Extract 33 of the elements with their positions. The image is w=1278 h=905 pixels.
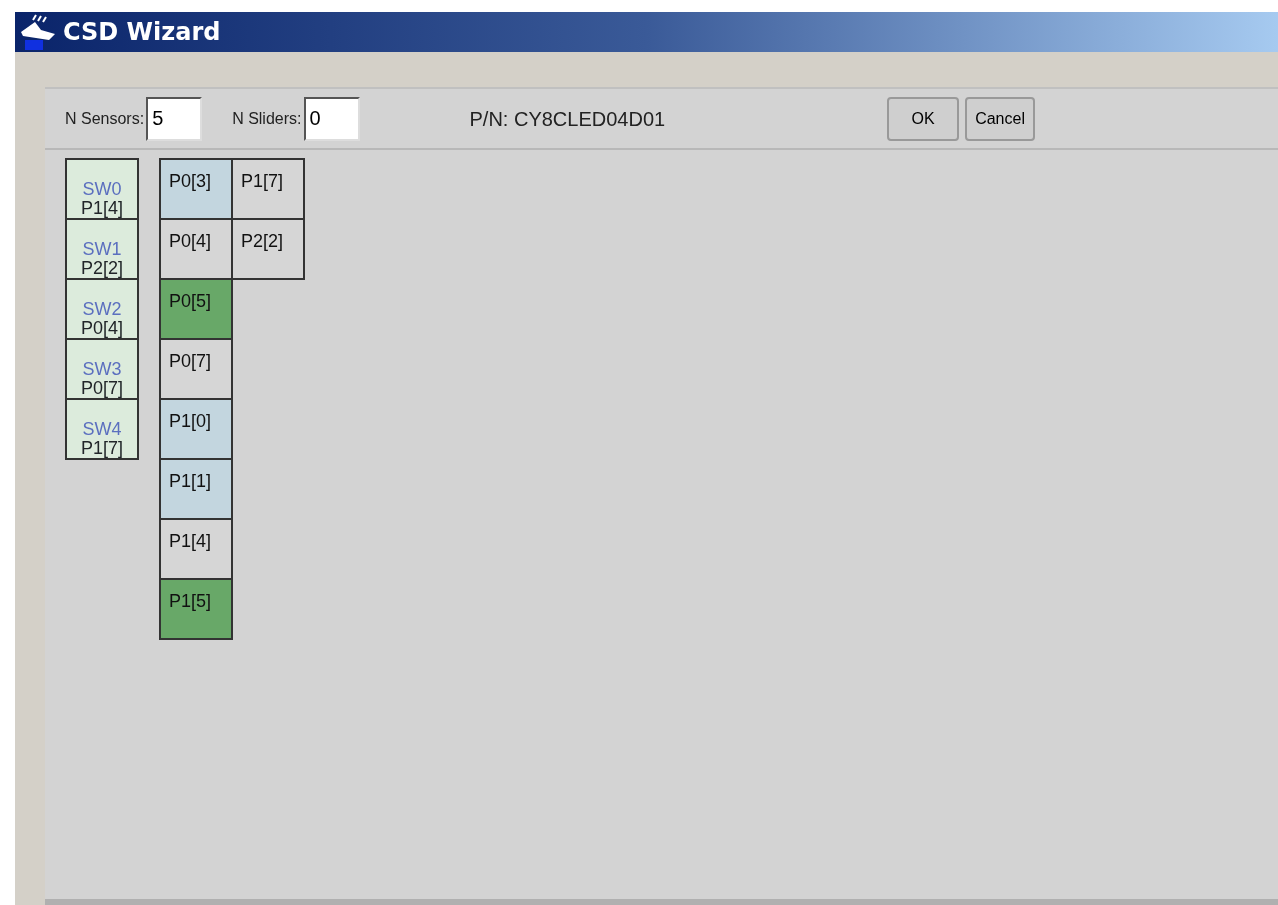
horizontal-scrollbar[interactable] (45, 899, 1278, 905)
pin-cell[interactable]: P0[7] (159, 338, 233, 400)
sensor-cell[interactable]: SW2 P0[4] (65, 278, 139, 340)
pin-cell[interactable]: P1[4] (159, 518, 233, 580)
sensor-pin: P1[7] (81, 439, 123, 458)
pin-cell[interactable]: P0[5] (159, 278, 233, 340)
sliders-count-field[interactable]: 0 (303, 96, 360, 141)
part-number: P/N: CY8CLED04D01 (469, 106, 666, 132)
sensor-name: SW1 (82, 240, 122, 260)
window-title: CSD Wizard (63, 17, 221, 48)
sensor-cell[interactable]: SW3 P0[7] (65, 338, 139, 400)
sensor-name: SW2 (82, 300, 122, 320)
sensors-count-label: N Sensors: (65, 108, 145, 129)
sliders-count-label: N Sliders: (232, 108, 302, 129)
pin-cell[interactable]: P1[5] (159, 578, 233, 640)
sensor-pin: P0[4] (81, 319, 123, 338)
pin-cell[interactable]: P1[7] (231, 158, 305, 220)
pin-cell[interactable]: P1[0] (159, 398, 233, 460)
sensor-name: SW4 (82, 420, 122, 440)
sensor-cell[interactable]: SW1 P2[2] (65, 218, 139, 280)
sensor-pin: P1[4] (81, 199, 123, 218)
sensor-name: SW3 (82, 360, 122, 380)
pin-cell[interactable]: P0[3] (159, 158, 233, 220)
pin-cell[interactable]: P1[1] (159, 458, 233, 520)
pin-cell[interactable]: P2[2] (231, 218, 305, 280)
sensor-pin: P0[7] (81, 379, 123, 398)
sensor-pin: P2[2] (81, 259, 123, 278)
ok-button[interactable]: OK (887, 96, 960, 141)
sensors-count-field[interactable]: 5 (146, 96, 203, 141)
sensor-cell[interactable]: SW4 P1[7] (65, 398, 139, 460)
cancel-button[interactable]: Cancel (965, 96, 1035, 141)
sensor-cell[interactable]: SW0 P1[4] (65, 158, 139, 220)
sensor-name: SW0 (82, 180, 122, 200)
